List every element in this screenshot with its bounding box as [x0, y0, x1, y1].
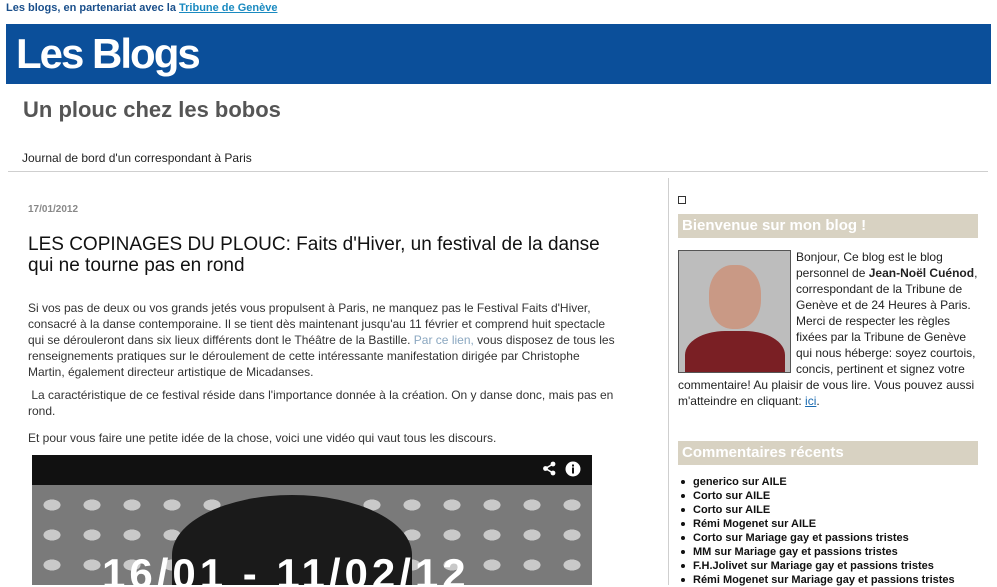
comments-heading: Commentaires récents	[678, 441, 978, 465]
blog-description: Journal de bord d'un correspondant à Par…	[22, 151, 252, 165]
comment-item[interactable]: Rémi Mogenet sur AILE	[681, 517, 993, 531]
post-paragraph-3: Et pour vous faire une petite idée de la…	[28, 431, 497, 445]
para2-text: La caractéristique de ce festival réside…	[28, 388, 614, 418]
avatar-face	[709, 265, 761, 329]
small-box-icon	[678, 196, 686, 204]
recent-comments-list: generico sur AILE Corto sur AILE Corto s…	[678, 475, 993, 587]
comment-item[interactable]: MM sur Mariage gay et passions tristes	[681, 545, 993, 559]
video-overlay-text: 16/01 - 11/02/12	[102, 550, 470, 585]
les-blogs-logo[interactable]: Les Blogs	[16, 30, 201, 78]
blogs-banner[interactable]: Les Blogs	[6, 24, 991, 84]
welcome-heading: Bienvenue sur mon blog !	[678, 214, 978, 238]
info-icon[interactable]	[565, 461, 581, 481]
comment-item[interactable]: F.H.Jolivet sur Mariage gay et passions …	[681, 559, 993, 573]
avatar-shirt	[685, 331, 785, 372]
contact-link[interactable]: ici	[805, 394, 816, 408]
post-date: 17/01/2012	[28, 204, 79, 215]
post-paragraph-1: Si vos pas de deux ou vos grands jetés v…	[28, 300, 618, 380]
tribune-link[interactable]: Tribune de Genève	[179, 2, 277, 14]
header-divider	[8, 171, 988, 172]
author-avatar	[678, 250, 791, 373]
comment-item[interactable]: Corto sur Mariage gay et passions triste…	[681, 531, 993, 545]
welcome-end: .	[816, 394, 820, 408]
comment-item[interactable]: generico sur AILE	[681, 475, 993, 489]
partner-bar: Les blogs, en partenariat avec la Tribun…	[6, 2, 277, 14]
partner-text: Les blogs, en partenariat avec la	[6, 2, 176, 14]
video-player[interactable]: 16/01 - 11/02/12	[32, 455, 592, 585]
column-divider	[668, 178, 669, 585]
author-name: Jean-Noël Cuénod	[868, 266, 975, 280]
post-title[interactable]: LES COPINAGES DU PLOUC: Faits d'Hiver, u…	[28, 234, 618, 276]
festival-link[interactable]: Par ce lien,	[414, 333, 474, 347]
comment-item[interactable]: Corto sur AILE	[681, 503, 993, 517]
post-paragraph-2: La caractéristique de ce festival réside…	[28, 387, 618, 419]
share-icon[interactable]	[542, 461, 557, 480]
blog-title[interactable]: Un plouc chez les bobos	[23, 97, 281, 123]
video-toolbar	[32, 455, 592, 485]
comment-item[interactable]: Corto sur AILE	[681, 489, 993, 503]
